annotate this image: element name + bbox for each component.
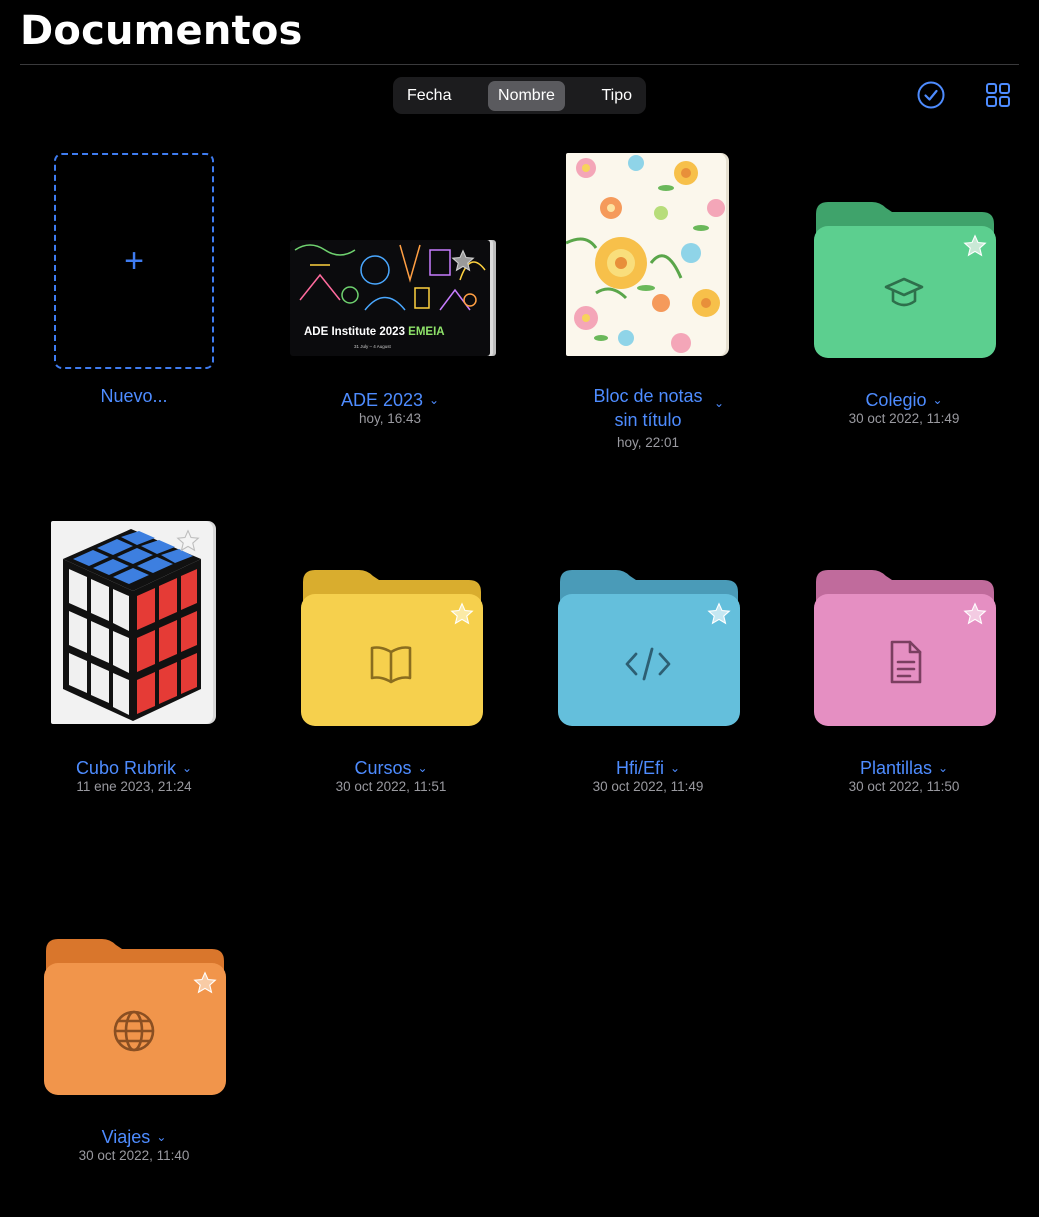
chevron-down-icon[interactable]: ⌄: [938, 761, 948, 775]
chevron-down-icon[interactable]: ⌄: [156, 1130, 166, 1144]
folder-name: Colegio ⌄: [865, 390, 943, 410]
cover-title: ADE Institute 2023 EMEIA: [304, 326, 445, 338]
folder-name: Hfi/Efi ⌄: [615, 758, 681, 778]
folder-tile-plantillas[interactable]: Plantillas ⌄ 30 oct 2022, 11:50: [784, 508, 1024, 848]
star-icon[interactable]: [962, 233, 988, 259]
document-tile-ade-2023[interactable]: ADE Institute 2023 EMEIA 31 July – 4 Aug…: [270, 140, 510, 480]
star-icon[interactable]: [449, 601, 475, 627]
header-divider: [20, 64, 1019, 65]
folder-icon: [301, 570, 483, 726]
folder-icon: [814, 202, 996, 358]
chevron-down-icon[interactable]: ⌄: [670, 761, 680, 775]
document-name: Cubo Rubrik ⌄: [75, 758, 193, 778]
folder-date: 30 oct 2022, 11:49: [848, 411, 960, 426]
sort-option-tipo[interactable]: Tipo: [591, 81, 642, 111]
plus-icon: +: [124, 241, 144, 280]
notebook-cover: [566, 153, 726, 356]
select-button[interactable]: [916, 80, 946, 110]
page-title: Documentos: [20, 8, 303, 54]
folder-date: 30 oct 2022, 11:50: [848, 779, 960, 794]
folder-icon: [558, 570, 740, 726]
folder-tile-viajes[interactable]: Viajes ⌄ 30 oct 2022, 11:40: [14, 877, 254, 1217]
document-name: Bloc de notas sin título: [593, 386, 703, 430]
document-tile-cubo-rubrik[interactable]: Cubo Rubrik ⌄ 11 ene 2023, 21:24: [14, 508, 254, 848]
folder-tile-cursos[interactable]: Cursos ⌄ 30 oct 2022, 11:51: [271, 508, 511, 848]
folder-tile-colegio[interactable]: Colegio ⌄ 30 oct 2022, 11:49: [784, 140, 1024, 480]
sort-option-nombre[interactable]: Nombre: [488, 80, 565, 111]
folder-name: Cursos ⌄: [354, 758, 428, 778]
chevron-down-icon[interactable]: ⌄: [417, 761, 427, 775]
document-date: 11 ene 2023, 21:24: [76, 779, 192, 794]
cover-subtitle: 31 July – 4 August: [354, 344, 391, 349]
folder-name: Viajes ⌄: [101, 1127, 167, 1147]
star-icon[interactable]: [450, 248, 476, 274]
star-icon[interactable]: [962, 601, 988, 627]
star-icon[interactable]: [192, 970, 218, 996]
floral-pattern: [566, 155, 725, 353]
sort-segmented-control: Fecha Nombre Tipo: [393, 77, 646, 114]
folder-date: 30 oct 2022, 11:40: [78, 1148, 190, 1163]
document-date: hoy, 22:01: [616, 435, 680, 450]
checkmark-circle-icon: [917, 81, 945, 109]
sort-option-fecha[interactable]: Fecha: [397, 81, 461, 111]
document-date: hoy, 16:43: [358, 411, 422, 426]
chevron-down-icon[interactable]: ⌄: [429, 393, 439, 407]
grid-icon: [986, 83, 1010, 107]
document-name: ADE 2023 ⌄: [340, 390, 440, 410]
view-mode-button[interactable]: [983, 80, 1013, 110]
chevron-down-icon[interactable]: ⌄: [714, 396, 724, 410]
new-document-button[interactable]: +: [54, 153, 214, 369]
new-document-label[interactable]: Nuevo...: [14, 386, 254, 407]
folder-date: 30 oct 2022, 11:49: [592, 779, 704, 794]
folder-icon: [814, 570, 996, 726]
folder-icon: [44, 939, 226, 1095]
folder-name: Plantillas ⌄: [859, 758, 949, 778]
chevron-down-icon[interactable]: ⌄: [932, 393, 942, 407]
star-icon[interactable]: [706, 601, 732, 627]
folder-date: 30 oct 2022, 11:51: [335, 779, 447, 794]
folder-tile-hfi-efi[interactable]: Hfi/Efi ⌄ 30 oct 2022, 11:49: [528, 508, 768, 848]
star-icon[interactable]: [175, 528, 201, 554]
document-tile-bloc-de-notas[interactable]: Bloc de notas sin título ⌄ hoy, 22:01: [528, 140, 768, 480]
chevron-down-icon[interactable]: ⌄: [182, 761, 192, 775]
